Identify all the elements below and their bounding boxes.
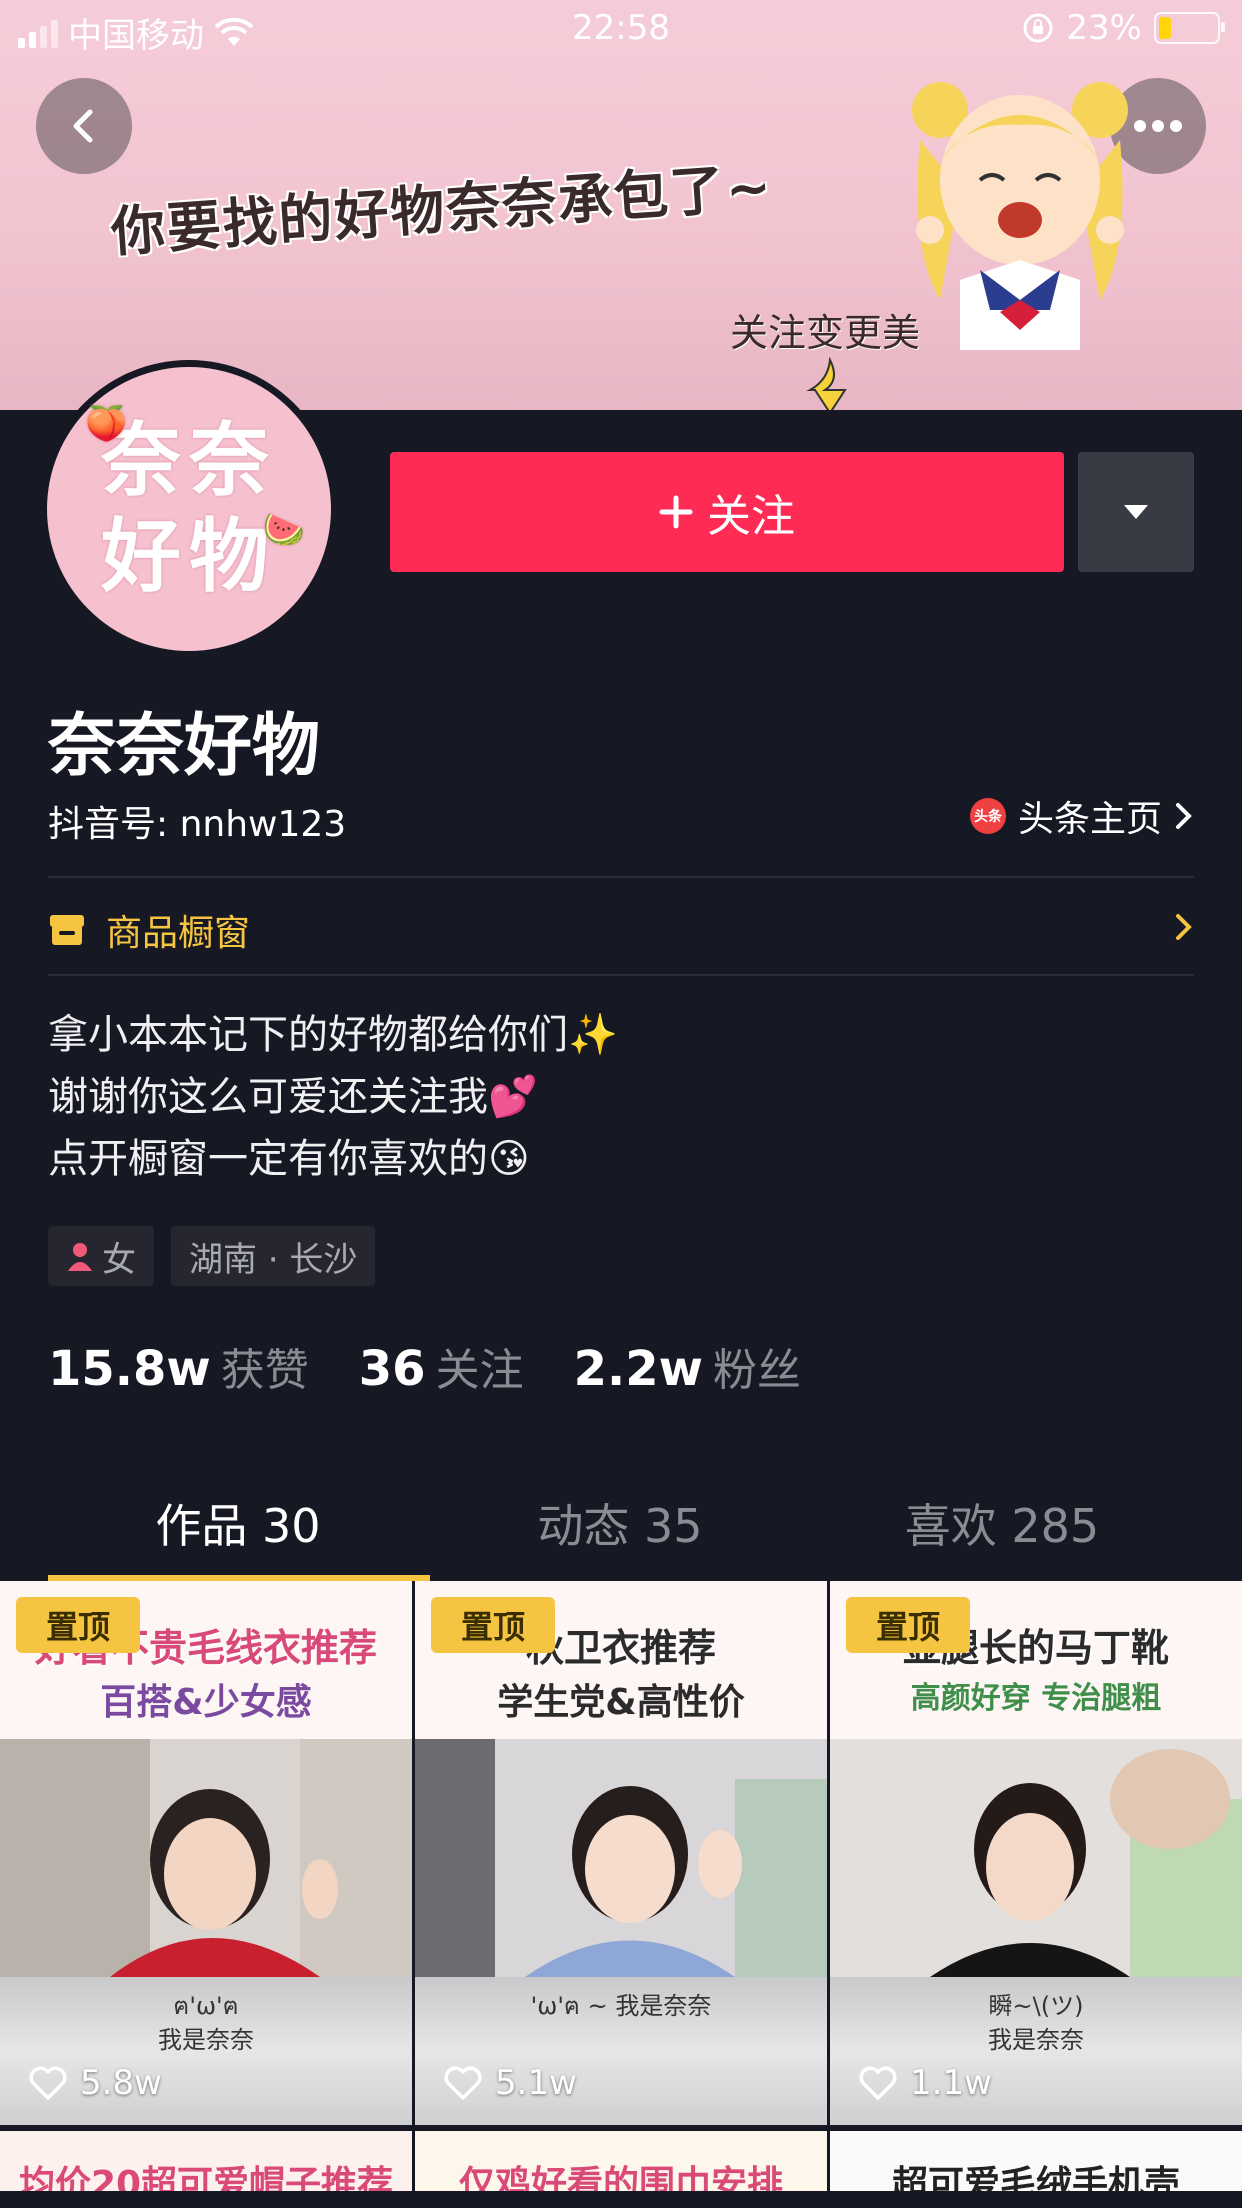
stat-number: 15.8w — [48, 1341, 211, 1397]
location-label: 湖南 · 长沙 — [189, 1239, 358, 1280]
peach-icon: 🍑 — [85, 404, 128, 444]
chevron-right-icon — [1176, 803, 1192, 829]
follow-button[interactable]: 关注 — [390, 452, 1064, 572]
location-tag: 湖南 · 长沙 — [171, 1226, 376, 1286]
profile-tabs: 作品 30 动态 35 喜欢 285 — [0, 1490, 1242, 1580]
video-photo — [415, 1739, 827, 1977]
back-button[interactable] — [36, 78, 132, 174]
stat-number: 2.2w — [573, 1341, 703, 1397]
banner-slogan: 你要找的好物奈奈承包了~ — [108, 154, 775, 265]
avatar-text-line2: 好物 — [101, 510, 277, 603]
cartoon-girl-illustration — [912, 82, 1128, 350]
rotation-lock-icon — [1023, 13, 1053, 43]
kaomoji-line: 我是奈奈 — [988, 2026, 1084, 2054]
video-thumbnail[interactable]: 均价20超可爱帽子推荐 — [0, 2131, 412, 2191]
video-subcaption: 高颜好穿 专治腿粗 — [910, 1681, 1162, 1716]
follow-button-label: 关注 — [707, 491, 795, 542]
tab-works[interactable]: 作品 30 — [48, 1490, 428, 1556]
shop-window-row[interactable]: 商品橱窗 — [48, 900, 1194, 960]
stat-label: 粉丝 — [712, 1345, 801, 1396]
stats-row: 15.8w 获赞 36 关注 2.2w 粉丝 — [48, 1334, 851, 1398]
video-thumbnail[interactable]: 秋卫衣推荐 学生党&高性价 'ω'ฅ ~ 我是奈奈 置顶 5.1w — [415, 1581, 827, 2125]
tab-activity[interactable]: 动态 35 — [430, 1490, 810, 1556]
bio-line: 拿小本本记下的好物都给你们✨ — [48, 1012, 618, 1058]
shop-icon — [50, 915, 84, 945]
video-likes-count: 5.8w — [80, 2063, 162, 2103]
video-photo — [830, 1739, 1242, 1977]
avatar-text-line1: 奈奈 — [101, 414, 277, 507]
toutiao-homepage-link[interactable]: 头条 头条主页 — [969, 790, 1194, 842]
video-caption: 仅鸡好看的围巾安排 — [458, 2164, 783, 2191]
avatar-image: 奈奈 好物 🍑 🍉 — [47, 367, 331, 651]
female-icon — [68, 1243, 92, 1271]
chevron-right-icon — [1176, 914, 1192, 940]
video-caption: 超可爱毛绒手机壳 — [891, 2164, 1180, 2191]
stat-likes[interactable]: 15.8w 获赞 — [48, 1334, 309, 1398]
banner-follow-hint: 关注变更美 — [730, 311, 921, 355]
video-likes-count: 1.1w — [910, 2063, 992, 2103]
pinned-badge: 置顶 — [846, 1597, 970, 1653]
heart-icon — [29, 2066, 67, 2100]
video-kaomoji: ฅ'ω'ฅ 我是奈奈 — [0, 1989, 412, 2057]
video-kaomoji: 瞬~\(ツ) 我是奈奈 — [830, 1989, 1242, 2057]
pinned-badge: 置顶 — [431, 1597, 555, 1653]
video-thumbnail[interactable]: 仅鸡好看的围巾安排 — [415, 2131, 827, 2191]
chevron-left-icon — [73, 109, 93, 143]
gender-tag: 女 — [48, 1226, 154, 1286]
video-kaomoji: 'ω'ฅ ~ 我是奈奈 — [415, 1989, 827, 2023]
divider — [48, 974, 1194, 976]
kaomoji-line: 'ω'ฅ ~ 我是奈奈 — [530, 1992, 712, 2020]
video-subcaption: 百搭&少女感 — [100, 1682, 312, 1723]
video-subcaption: 学生党&高性价 — [497, 1682, 745, 1723]
stat-number: 36 — [358, 1341, 426, 1397]
recommend-dropdown-button[interactable] — [1078, 452, 1194, 572]
bio-line: 点开橱窗一定有你喜欢的😘 — [48, 1136, 530, 1182]
arrow-down-icon — [806, 356, 847, 410]
douyin-id: 抖音号: nnhw123 — [48, 804, 347, 845]
avatar[interactable]: 奈奈 好物 🍑 🍉 — [40, 360, 338, 658]
video-likes: 5.8w — [28, 2063, 162, 2103]
toutiao-label: 头条主页 — [1017, 799, 1162, 840]
video-likes-count: 5.1w — [495, 2063, 577, 2103]
stat-label: 关注 — [435, 1345, 524, 1396]
video-photo — [0, 1739, 412, 1977]
bio-line: 谢谢你这么可爱还关注我💕 — [48, 1074, 538, 1120]
plus-icon — [659, 495, 693, 529]
watermelon-icon: 🍉 — [262, 510, 305, 550]
divider — [48, 876, 1194, 878]
gender-label: 女 — [102, 1239, 136, 1280]
video-likes: 5.1w — [443, 2063, 577, 2103]
heart-icon — [859, 2066, 897, 2100]
battery-icon — [1154, 12, 1225, 44]
battery-percent: 23% — [1066, 8, 1142, 48]
more-dots-icon — [1134, 120, 1182, 132]
video-thumbnail[interactable]: 好看不贵毛线衣推荐 百搭&少女感 ฅ'ω'ฅ 我是奈奈 置顶 5.8w — [0, 1581, 412, 2125]
toutiao-badge-icon: 头条 — [969, 798, 1006, 834]
kaomoji-line: 我是奈奈 — [158, 2026, 254, 2054]
kaomoji-line: ฅ'ω'ฅ — [173, 1992, 239, 2020]
video-likes: 1.1w — [858, 2063, 992, 2103]
stat-label: 获赞 — [220, 1345, 309, 1396]
tab-likes[interactable]: 喜欢 285 — [812, 1490, 1192, 1556]
profile-banner: 中国移动 22:58 23% 你要找的好物奈奈承包了~ 关注变更美 — [0, 0, 1242, 410]
kaomoji-line: 瞬~\(ツ) — [988, 1992, 1084, 2020]
stat-following[interactable]: 36 关注 — [359, 1334, 524, 1398]
video-thumbnail[interactable]: 超可爱毛绒手机壳 — [830, 2131, 1242, 2191]
video-caption: 均价20超可爱帽子推荐 — [18, 2164, 394, 2191]
stat-followers[interactable]: 2.2w 粉丝 — [574, 1334, 801, 1398]
heart-icon — [444, 2066, 482, 2100]
video-thumbnail[interactable]: 显腿长的马丁靴 高颜好穿 专治腿粗 瞬~\(ツ) 我是奈奈 置顶 1.1w — [830, 1581, 1242, 2125]
caret-down-icon — [1124, 505, 1148, 519]
bio: 拿小本本记下的好物都给你们✨ 谢谢你这么可爱还关注我💕 点开橱窗一定有你喜欢的😘 — [48, 1004, 618, 1190]
pinned-badge: 置顶 — [16, 1597, 140, 1653]
profile-name: 奈奈好物 — [48, 707, 321, 786]
shop-window-label: 商品橱窗 — [106, 913, 251, 954]
